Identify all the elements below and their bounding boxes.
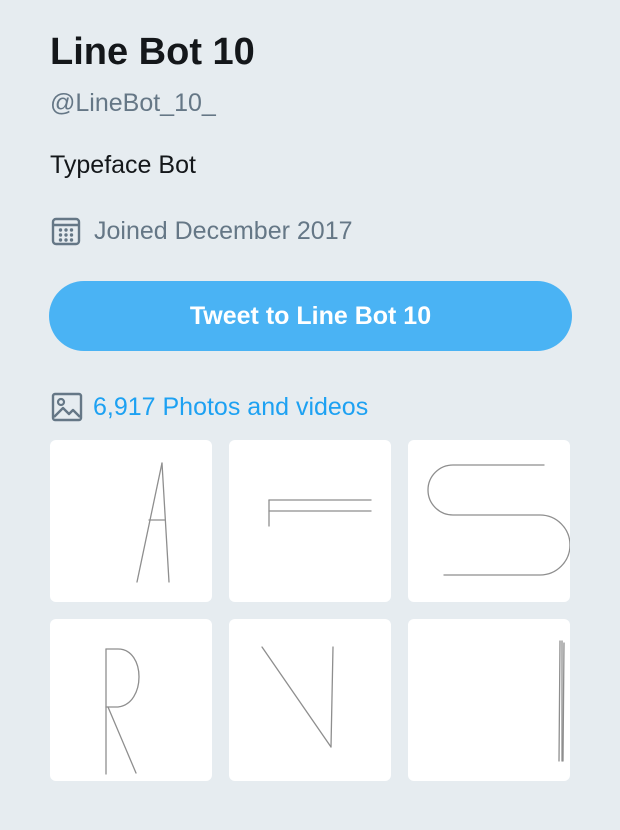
media-thumbnail-a[interactable] <box>50 440 212 602</box>
media-thumbnail-n[interactable] <box>229 619 391 781</box>
glyph-r-image <box>105 648 140 775</box>
joined-date: Joined December 2017 <box>50 213 353 249</box>
image-icon <box>50 390 84 424</box>
glyph-s-image <box>427 464 570 576</box>
calendar-icon <box>50 215 82 247</box>
glyph-a-image <box>136 462 170 583</box>
glyph-n-image <box>261 646 334 748</box>
profile-handle: @LineBot_10_ <box>50 89 216 117</box>
photos-and-videos-label: 6,917 Photos and videos <box>93 393 369 421</box>
tweet-to-button[interactable]: Tweet to Line Bot 10 <box>49 281 572 351</box>
profile-bio: Typeface Bot <box>50 151 196 179</box>
profile-name: Line Bot 10 <box>50 31 255 73</box>
media-grid <box>50 440 570 781</box>
joined-date-text: Joined December 2017 <box>94 217 353 245</box>
media-thumbnail-s[interactable] <box>408 440 570 602</box>
photos-and-videos-link[interactable]: 6,917 Photos and videos <box>50 389 368 425</box>
profile-card: Line Bot 10 @LineBot_10_ Typeface Bot Jo… <box>0 0 620 830</box>
media-thumbnail-r[interactable] <box>50 619 212 781</box>
glyph-f-image <box>268 499 372 527</box>
media-thumbnail-f[interactable] <box>229 440 391 602</box>
media-thumbnail-i[interactable] <box>408 619 570 781</box>
glyph-i-image <box>558 640 565 762</box>
